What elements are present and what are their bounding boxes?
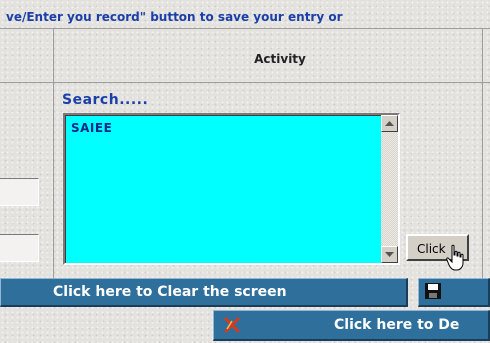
column-divider-right [482, 28, 483, 278]
table-border-top [0, 28, 490, 29]
arrow-down-icon [385, 251, 394, 257]
hand-pointer-icon [446, 244, 464, 271]
search-listbox[interactable]: SAIEE [63, 113, 400, 265]
scroll-up-button[interactable] [381, 115, 398, 132]
activity-column-header: Activity [254, 52, 306, 66]
left-input-field-2[interactable] [0, 234, 39, 262]
delete-button[interactable]: Click here to De [213, 310, 490, 341]
header-separator [0, 82, 490, 83]
clear-screen-label: Click here to Clear the screen [53, 284, 287, 300]
save-button[interactable] [418, 278, 490, 307]
red-x-icon [224, 317, 240, 333]
arrow-up-icon [385, 120, 394, 126]
column-divider-left [53, 28, 54, 278]
listbox-scrollbar[interactable] [381, 115, 398, 263]
clear-screen-button[interactable]: Click here to Clear the screen [0, 278, 408, 307]
listbox-item[interactable]: SAIEE [71, 121, 112, 135]
left-input-field-1[interactable] [0, 178, 39, 206]
search-label: Search..... [62, 92, 149, 108]
delete-label: Click here to De [334, 317, 460, 333]
scroll-down-button[interactable] [381, 246, 398, 263]
floppy-disk-icon [425, 283, 441, 299]
instruction-text: ve/Enter you record" button to save your… [6, 10, 343, 24]
